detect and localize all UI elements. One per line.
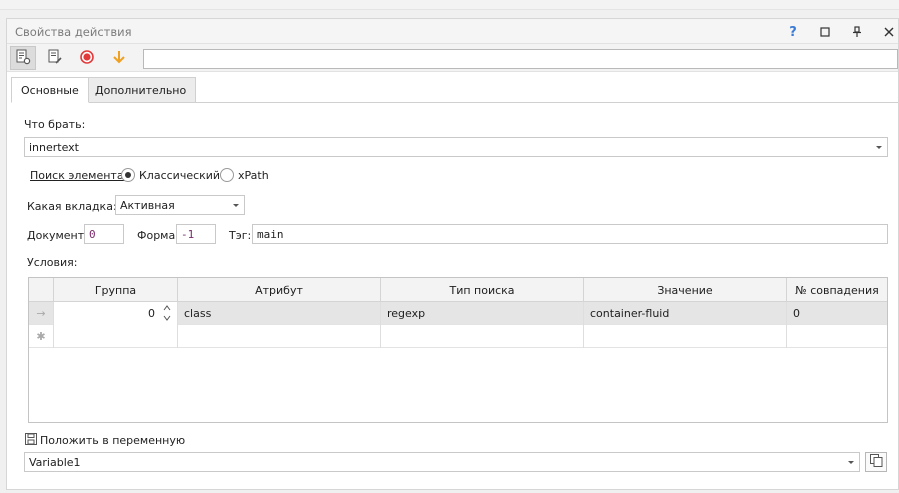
chevron-down-icon [876,146,882,149]
conditions-label: Условия: [27,256,78,269]
save-icon [25,433,37,448]
close-icon[interactable] [879,22,899,42]
what-to-take-dropdown[interactable]: innertext [24,137,888,157]
search-element-label: Поиск элемента: [30,169,128,182]
record-button[interactable] [74,46,100,70]
copy-button[interactable] [865,452,887,472]
edit-doc-button[interactable] [42,46,68,70]
tab-basic[interactable]: Основные [11,77,89,103]
cell-match-number[interactable]: 0 [787,302,887,325]
tab-basic-label: Основные [21,83,79,97]
cell-search-type[interactable]: regexp [381,302,584,325]
tag-input[interactable]: main [252,224,888,244]
action-properties-panel: Свойства действия ? Основные Дополнитель… [6,18,899,490]
tab-advanced[interactable]: Дополнительно [85,77,197,103]
tag-value: main [257,227,284,241]
radio-classic[interactable] [121,168,135,182]
arrow-down-icon [111,49,127,68]
form-value: -1 [181,227,195,241]
spin-icon[interactable] [163,304,171,325]
row-arrow-icon: → [29,302,54,325]
header-group[interactable]: Группа [54,278,178,302]
new-cell-match-number[interactable] [787,325,887,348]
radio-xpath-label[interactable]: xPath [238,169,269,182]
tag-label: Тэг: [229,229,252,242]
variable-value: Variable1 [29,455,81,469]
new-row[interactable]: ✱ [29,325,887,348]
header-attribute[interactable]: Атрибут [178,278,381,302]
settings-doc-icon [15,49,31,68]
new-cell-search-type[interactable] [381,325,584,348]
cell-value[interactable]: container-fluid [584,302,787,325]
which-tab-value: Активная [120,198,175,212]
record-icon [79,49,95,68]
new-cell-group[interactable] [54,325,178,348]
new-cell-attribute[interactable] [178,325,381,348]
chevron-down-icon [233,204,239,207]
chevron-down-icon [848,461,854,464]
header-value[interactable]: Значение [584,278,787,302]
copy-icon [869,454,883,470]
tab-divider [11,102,898,103]
header-match-number[interactable]: № совпадения [787,278,887,302]
form-label: Форма: [137,229,179,242]
what-to-take-value: innertext [29,140,79,154]
table-header: Группа Атрибут Тип поиска Значение № сов… [29,278,887,302]
cell-group[interactable]: 0 [54,302,178,325]
header-indicator [29,278,54,302]
document-label: Документ: [27,229,88,242]
toolbar [7,44,898,72]
top-strip [0,0,899,10]
table-row[interactable]: → 0 class regexp container-fluid 0 [29,302,887,325]
document-value: 0 [89,227,96,241]
title-bar: Свойства действия ? [7,19,898,44]
cell-group-value: 0 [148,307,155,320]
pin-icon[interactable] [847,22,867,42]
header-search-type[interactable]: Тип поиска [381,278,584,302]
which-tab-dropdown[interactable]: Активная [115,195,245,215]
radio-xpath[interactable] [220,168,234,182]
settings-doc-button[interactable] [10,46,36,70]
radio-classic-label[interactable]: Классический [139,169,220,182]
tab-advanced-label: Дополнительно [95,83,187,97]
which-tab-label: Какая вкладка: [27,200,117,213]
help-icon[interactable]: ? [783,22,803,42]
new-row-icon: ✱ [29,325,54,348]
cell-attribute[interactable]: class [178,302,381,325]
save-to-variable-label: Положить в переменную [40,434,186,447]
edit-doc-icon [47,49,63,68]
window-title: Свойства действия [15,25,132,39]
variable-dropdown[interactable]: Variable1 [24,452,860,472]
action-comment-input[interactable] [143,49,898,69]
new-cell-value[interactable] [584,325,787,348]
move-down-button[interactable] [106,46,132,70]
form-input[interactable]: -1 [176,224,216,244]
conditions-table: Группа Атрибут Тип поиска Значение № сов… [28,277,888,423]
document-input[interactable]: 0 [84,224,124,244]
what-to-take-label: Что брать: [24,118,86,131]
maximize-icon[interactable] [815,22,835,42]
